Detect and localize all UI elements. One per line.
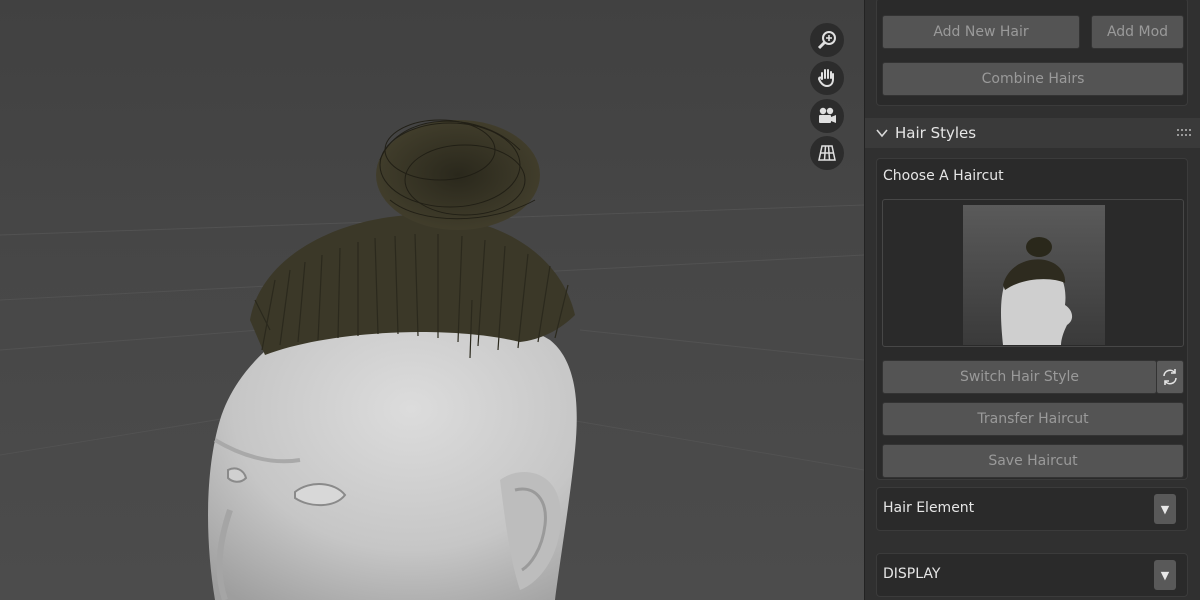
viewport-scene [0,119,864,600]
combine-hairs-button[interactable]: Combine Hairs [882,62,1184,96]
hair-element-label: Hair Element [883,500,975,516]
refresh-icon[interactable] [1156,360,1184,394]
display-dropdown[interactable]: DISPLAY ▼ [876,553,1188,597]
add-mod-button[interactable]: Add Mod [1091,15,1184,49]
choose-haircut-label: Choose A Haircut [883,168,1004,184]
hair-styles-box: Choose A Haircut Switch Hair Style Trans… [876,158,1188,480]
haircut-thumbnail-frame[interactable] [882,199,1184,347]
drag-grip-icon[interactable] [1177,129,1191,137]
hair-model [250,119,575,359]
switch-hair-style-button[interactable]: Switch Hair Style [882,360,1157,394]
hair-element-dropdown[interactable]: Hair Element ▼ [876,487,1188,531]
transfer-haircut-button[interactable]: Transfer Haircut [882,402,1184,436]
save-haircut-button[interactable]: Save Haircut [882,444,1184,478]
hair-styles-header[interactable]: Hair Styles [865,118,1200,148]
display-label: DISPLAY [883,566,941,582]
sidebar-panel: Add New Hair Add Mod Combine Hairs Hair … [864,0,1200,600]
camera-icon[interactable] [810,99,844,133]
3d-viewport[interactable] [0,0,864,600]
ortho-grid-icon[interactable] [810,136,844,170]
section-title: Hair Styles [895,124,977,142]
hand-pan-icon[interactable] [810,61,844,95]
chevron-down-icon[interactable] [875,126,889,140]
zoom-icon[interactable] [810,23,844,57]
haircut-thumbnail[interactable] [963,205,1105,345]
chevron-down-icon[interactable]: ▼ [1154,494,1176,524]
chevron-down-icon[interactable]: ▼ [1154,560,1176,590]
add-new-hair-button[interactable]: Add New Hair [882,15,1080,49]
hair-actions-box: Add New Hair Add Mod Combine Hairs [876,0,1188,106]
